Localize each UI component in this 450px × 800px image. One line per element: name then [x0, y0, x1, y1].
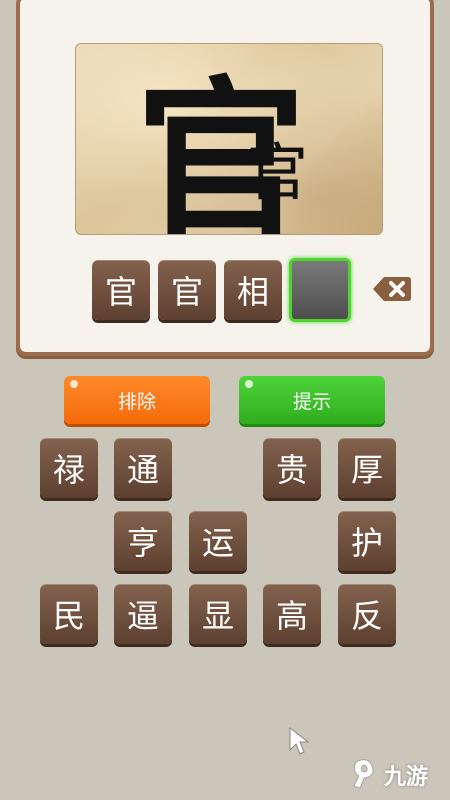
- highlight-dot: [245, 380, 253, 388]
- answer-slot-2[interactable]: 官: [158, 260, 216, 320]
- choice-tile[interactable]: 护: [338, 511, 396, 571]
- choice-tile[interactable]: 运: [189, 511, 247, 571]
- nine-game-logo-icon: [353, 759, 374, 789]
- backspace-x-icon: [373, 277, 411, 301]
- watermark: 九游: [350, 755, 445, 795]
- pointer-cursor-icon: [288, 726, 310, 760]
- answer-slot-4-active[interactable]: [289, 258, 351, 322]
- choice-tile[interactable]: 贵: [263, 438, 321, 498]
- puzzle-image: 官 官: [75, 43, 383, 235]
- calligraphy-art: 官 官: [136, 60, 308, 234]
- highlight-dot: [70, 380, 78, 388]
- choice-tile[interactable]: 反: [338, 584, 396, 644]
- delete-button[interactable]: [372, 275, 412, 303]
- hint-button-label: 提示: [292, 390, 331, 413]
- choice-tile[interactable]: 逼: [114, 584, 172, 644]
- small-glyph: 官: [246, 136, 308, 209]
- answer-row: 官 官 相: [75, 258, 351, 322]
- answer-slot-3[interactable]: 相: [224, 260, 282, 320]
- choice-tile[interactable]: 亨: [114, 511, 172, 571]
- choice-tile[interactable]: 通: [114, 438, 172, 498]
- hint-button[interactable]: 提示: [239, 376, 385, 424]
- remove-button-label: 排除: [117, 390, 156, 413]
- choice-tile[interactable]: 民: [40, 584, 98, 644]
- choice-tile[interactable]: 厚: [338, 438, 396, 498]
- choice-tile[interactable]: 禄: [40, 438, 98, 498]
- answer-slot-1[interactable]: 官: [92, 260, 150, 320]
- remove-button[interactable]: 排除: [64, 376, 210, 424]
- watermark-text: 九游: [384, 765, 429, 790]
- choice-tile[interactable]: 高: [263, 584, 321, 644]
- choice-tile[interactable]: 显: [189, 584, 247, 644]
